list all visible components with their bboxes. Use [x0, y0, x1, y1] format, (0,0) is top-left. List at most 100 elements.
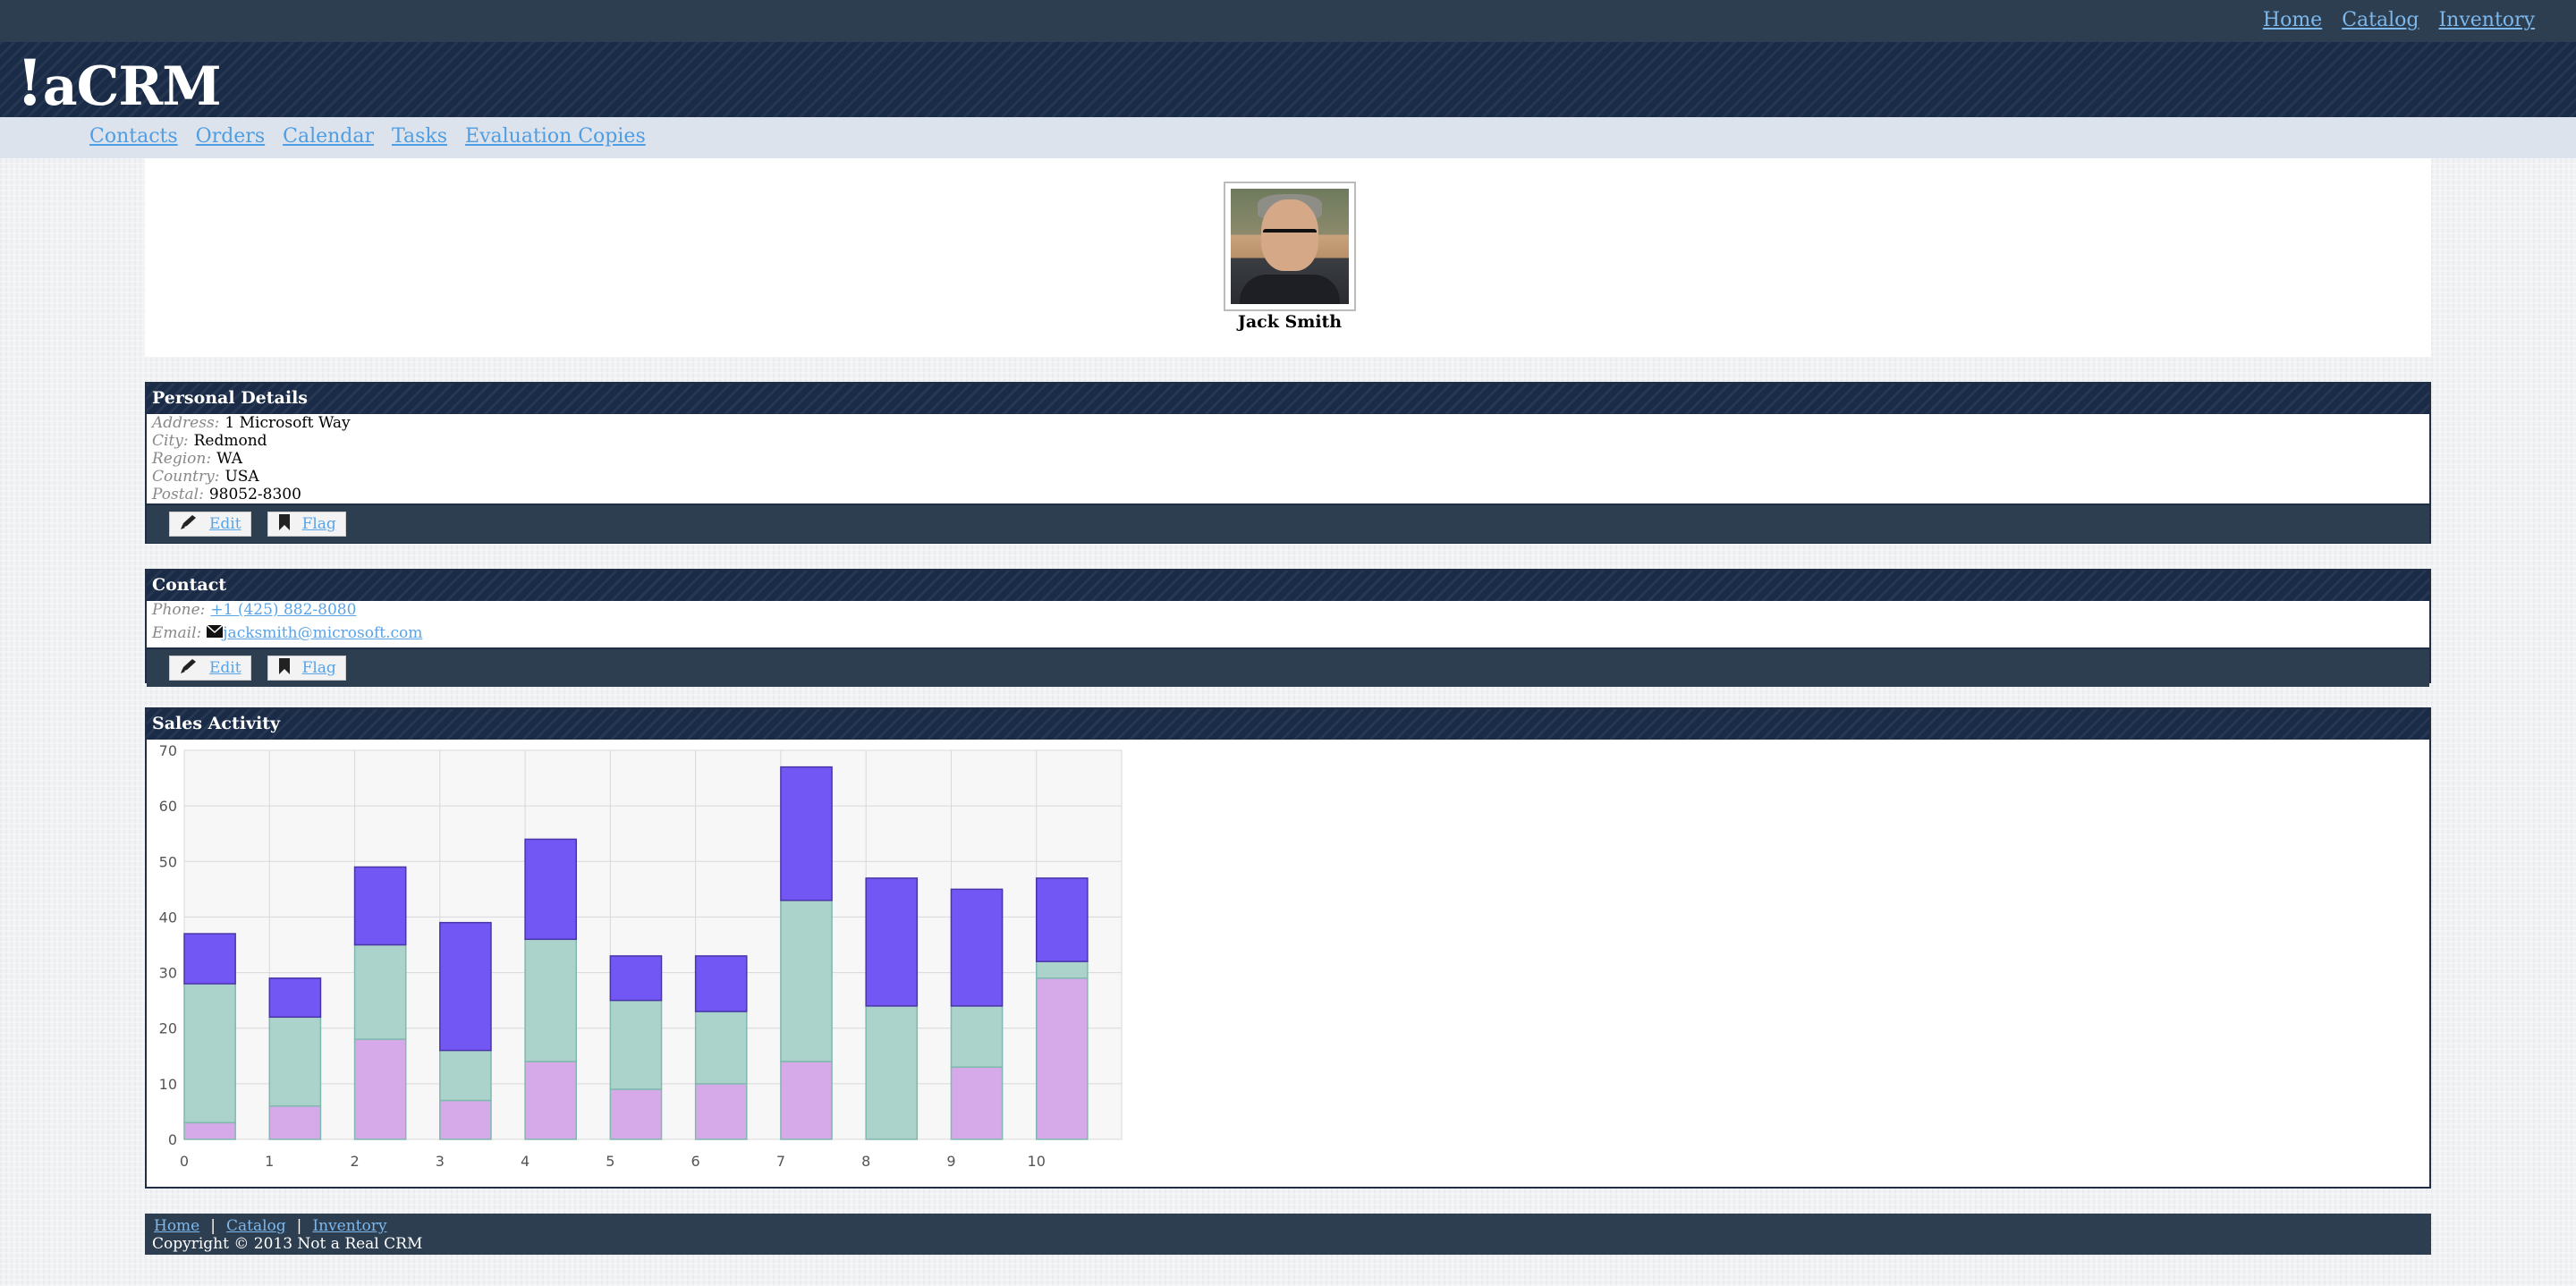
top-nav-inventory-link[interactable]: Inventory	[2438, 9, 2535, 31]
person-photo-icon	[1231, 189, 1349, 304]
profile-card: Jack Smith	[145, 158, 2431, 357]
x-tick-label: 7	[776, 1153, 785, 1170]
y-tick-label: 0	[168, 1131, 177, 1148]
bar-segment	[268, 1016, 322, 1107]
bar-segment	[268, 977, 322, 1019]
bar-segment	[694, 955, 748, 1012]
bar-segment	[609, 955, 663, 1002]
top-bar: Home Catalog Inventory	[0, 0, 2576, 42]
y-tick-label: 60	[159, 798, 177, 815]
bar-segment	[353, 1038, 407, 1140]
personal-actions: Edit Flag	[147, 503, 2429, 543]
sales-chart-container: 0 10 20 30 40 50 60 70 0 1 2 3 4 5 6 7 8 9 10	[147, 741, 2429, 1185]
y-tick-label: 50	[159, 853, 177, 870]
bar-segment	[609, 1088, 663, 1140]
flag-button[interactable]: Flag	[267, 512, 346, 537]
nav-contacts-link[interactable]: Contacts	[89, 125, 178, 148]
bar-segment	[439, 1049, 492, 1102]
bar-segment	[183, 983, 236, 1124]
bar-segment	[694, 1011, 748, 1085]
footer-catalog-link[interactable]: Catalog	[226, 1217, 286, 1235]
pencil-icon	[179, 514, 199, 535]
bar-segment	[524, 938, 578, 1062]
nav-tasks-link[interactable]: Tasks	[392, 125, 447, 148]
bar-segment	[524, 838, 578, 941]
profile-name: Jack Smith	[1237, 312, 1343, 332]
edit-button[interactable]: Edit	[169, 512, 251, 537]
bar-segment	[439, 1099, 492, 1140]
bar-segment	[183, 1121, 236, 1140]
edit-button[interactable]: Edit	[169, 656, 251, 681]
y-tick-label: 30	[159, 965, 177, 982]
bar-segment	[865, 1005, 919, 1140]
brand-banner: !aCRM	[0, 42, 2576, 120]
bar-segment	[694, 1083, 748, 1140]
panel-title: Sales Activity	[147, 709, 2429, 740]
bar-segment	[950, 1005, 1004, 1068]
x-tick-label: 4	[521, 1153, 530, 1170]
y-tick-label: 70	[159, 742, 177, 759]
x-tick-label: 8	[861, 1153, 870, 1170]
personal-details-panel: Personal Details Address: 1 Microsoft Way…	[145, 382, 2431, 544]
bar-segment	[1035, 877, 1089, 962]
copyright-text: Copyright © 2013 Not a Real CRM	[152, 1235, 423, 1253]
bar-segment	[780, 766, 833, 901]
bar-segment	[865, 877, 919, 1007]
x-tick-label: 0	[180, 1153, 189, 1170]
contact-panel: Contact Phone: +1 (425) 882-8080 Email: ja…	[145, 569, 2431, 687]
bar-segment	[609, 999, 663, 1090]
footer-home-link[interactable]: Home	[154, 1217, 199, 1235]
avatar	[1224, 182, 1356, 311]
y-tick-label: 40	[159, 909, 177, 926]
bar-segment	[439, 921, 492, 1052]
bar-segment	[353, 943, 407, 1040]
footer-inventory-link[interactable]: Inventory	[312, 1217, 386, 1235]
flag-button[interactable]: Flag	[267, 656, 346, 681]
x-tick-label: 9	[946, 1153, 955, 1170]
phone-row: Phone: +1 (425) 882-8080	[152, 601, 357, 619]
bar-segment	[780, 900, 833, 1062]
nav-evaluation-copies-link[interactable]: Evaluation Copies	[465, 125, 646, 148]
envelope-icon	[206, 624, 224, 642]
panel-title: Contact	[147, 571, 2429, 601]
bar-segment	[780, 1061, 833, 1140]
footer-links: Home | Catalog | Inventory	[154, 1217, 387, 1235]
sales-chart: 0 10 20 30 40 50 60 70 0 1 2 3 4 5 6 7 8 9 10	[159, 742, 1123, 1170]
y-tick-label: 20	[159, 1020, 177, 1037]
footer: Home | Catalog | Inventory Copyright © 2013 …	[145, 1214, 2431, 1255]
phone-link[interactable]: +1 (425) 882-8080	[210, 601, 356, 619]
pencil-icon	[179, 658, 199, 679]
top-nav: Home Catalog Inventory	[2263, 9, 2535, 31]
nav-orders-link[interactable]: Orders	[196, 125, 265, 148]
bar-segment	[950, 1066, 1004, 1140]
top-nav-catalog-link[interactable]: Catalog	[2342, 9, 2419, 31]
bar-segment	[950, 888, 1004, 1007]
bar-segment	[268, 1104, 322, 1140]
x-tick-label: 5	[606, 1153, 614, 1170]
x-tick-label: 10	[1028, 1153, 1046, 1170]
postal-row: Postal: 98052-8300	[152, 486, 301, 503]
sales-activity-panel: Sales Activity 0 10 20 30 40 50 60 70 0 1 2 3 4 5 6 7 8 9…	[145, 707, 2431, 1189]
email-link[interactable]: jacksmith@microsoft.com	[223, 624, 422, 642]
region-row: Region: WA	[152, 450, 242, 468]
city-row: City: Redmond	[152, 432, 267, 450]
sub-nav: Contacts Orders Calendar Tasks Evaluatio…	[0, 117, 2576, 158]
main-content: Jack Smith Personal Details Address: 1 Mi…	[145, 158, 2431, 1255]
logo[interactable]: !aCRM	[16, 46, 222, 120]
bar-segment	[1035, 977, 1089, 1140]
x-tick-label: 6	[691, 1153, 700, 1170]
address-row: Address: 1 Microsoft Way	[152, 414, 351, 432]
contact-actions: Edit Flag	[147, 647, 2429, 687]
country-row: Country: USA	[152, 468, 259, 486]
bookmark-icon	[277, 513, 292, 536]
email-row: Email: jacksmith@microsoft.com	[152, 624, 423, 642]
y-tick-label: 10	[159, 1076, 177, 1093]
bar-segment	[1035, 960, 1089, 979]
x-tick-label: 1	[265, 1153, 274, 1170]
nav-calendar-link[interactable]: Calendar	[283, 125, 374, 148]
bar-segment	[524, 1061, 578, 1140]
x-tick-label: 2	[350, 1153, 359, 1170]
bar-segment	[353, 866, 407, 946]
bookmark-icon	[277, 657, 292, 680]
top-nav-home-link[interactable]: Home	[2263, 9, 2322, 31]
